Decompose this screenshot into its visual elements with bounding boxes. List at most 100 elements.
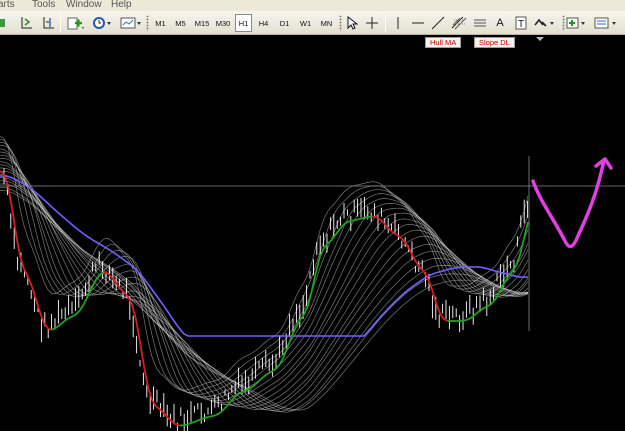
hull-ma-segment	[207, 415, 213, 418]
crosshair-icon[interactable]	[364, 14, 380, 32]
timeframe-m15[interactable]: M15	[192, 14, 212, 32]
auto-scroll-icon[interactable]	[18, 14, 34, 32]
hull-ma-segment	[363, 216, 369, 219]
ribbon-ma-line	[0, 158, 529, 406]
hull-ma-segment	[467, 316, 473, 321]
hull-ma-segment	[215, 412, 221, 416]
hull-ma-segment	[471, 313, 477, 318]
price-chart[interactable]: Hull MA Slope DL	[0, 36, 625, 431]
menu-bar: arts Tools Window Help	[0, 0, 625, 11]
hull-ma-segment	[263, 372, 269, 378]
text-label-icon[interactable]: T	[513, 14, 529, 32]
hull-ma-segment	[351, 219, 357, 222]
hull-ma-segment	[359, 216, 365, 220]
hull-ma-segment	[155, 405, 161, 411]
hull-ma-segment	[367, 215, 373, 218]
timeframe-d1[interactable]: D1	[276, 14, 293, 32]
hull-ma-segment	[443, 318, 449, 322]
hull-ma-segment	[355, 218, 361, 221]
hull-ma-segment	[171, 420, 177, 426]
hull-ma-segment	[411, 254, 417, 263]
hull-ma-segment	[399, 236, 405, 242]
add-indicator-icon[interactable]	[566, 14, 590, 32]
hull-ma-segment	[275, 363, 281, 370]
chart-canvas	[0, 135, 625, 431]
hull-ma-segment	[487, 302, 493, 307]
vertical-line-icon[interactable]	[390, 14, 406, 32]
hull-ma-segment	[475, 309, 481, 315]
hull-ma-segment	[235, 392, 241, 397]
cursor-icon[interactable]	[344, 14, 360, 32]
hull-ma-segment	[519, 238, 525, 256]
templates-icon[interactable]	[120, 14, 142, 32]
hull-ma-segment	[79, 303, 85, 311]
fibonacci-icon[interactable]	[450, 14, 468, 32]
hull-ma-segment	[67, 315, 73, 320]
hull-ma-segment	[191, 420, 197, 424]
hull-ma-segment	[167, 417, 173, 423]
menu-item-window[interactable]: Window	[66, 0, 102, 10]
horizontal-line-icon[interactable]	[410, 14, 426, 32]
hull-ma-segment	[395, 233, 401, 238]
menu-item-help[interactable]: Help	[111, 0, 132, 10]
hull-ma-segment	[223, 404, 229, 410]
timeframe-h1[interactable]: H1	[235, 14, 252, 32]
hull-ma-segment	[463, 318, 469, 322]
periodicity-icon[interactable]	[594, 14, 620, 32]
hull-ma-segment	[335, 228, 341, 235]
clock-icon[interactable]	[92, 14, 112, 32]
hull-ma-segment	[139, 341, 145, 367]
hull-ma-segment	[99, 271, 105, 276]
toolbar: M1 M5 M15 M30 H1 H4 D1 W1 MN A T	[0, 11, 625, 35]
hull-ma-segment	[439, 312, 445, 320]
hull-ma-segment	[119, 287, 125, 294]
hull-ma-segment	[59, 320, 65, 326]
hull-ma-segment	[27, 276, 33, 287]
hull-ma-segment	[39, 312, 45, 324]
hull-ma-segment	[259, 375, 265, 381]
ma-ribbon	[0, 135, 529, 413]
chart-shift-icon[interactable]	[40, 14, 56, 32]
timeframe-h4[interactable]: H4	[255, 14, 272, 32]
hull-ma-segment	[211, 414, 217, 418]
hull-ma-segment	[195, 418, 201, 423]
text-icon[interactable]: A	[492, 14, 508, 32]
menu-item-charts[interactable]: arts	[0, 0, 15, 10]
hull-ma-segment	[267, 370, 273, 375]
menu-item-tools[interactable]: Tools	[32, 0, 55, 10]
hull-ma-segment	[107, 272, 113, 279]
hull-ma-segment	[175, 423, 181, 427]
trendline-icon[interactable]	[430, 14, 446, 32]
hull-ma-segment	[131, 304, 137, 320]
timeframe-w1[interactable]: W1	[297, 14, 314, 32]
channel-icon[interactable]	[472, 14, 488, 32]
new-order-icon[interactable]	[66, 14, 86, 32]
chart-left-icon[interactable]	[0, 14, 6, 32]
hull-ma-segment	[143, 366, 149, 388]
hull-ma-segment	[55, 324, 61, 329]
timeframe-m5[interactable]: M5	[172, 14, 189, 32]
hull-ma-segment	[307, 289, 313, 306]
hull-ma-segment	[31, 286, 37, 300]
timeframe-m1[interactable]: M1	[152, 14, 169, 32]
hull-ma-segment	[83, 295, 89, 305]
hull-ma-segment	[71, 313, 77, 318]
hull-ma-segment	[375, 216, 381, 221]
hull-ma-segment	[63, 317, 69, 323]
hull-ma-segment	[51, 326, 57, 331]
candles	[3, 168, 529, 431]
hull-ma-segment	[203, 416, 209, 419]
timeframe-mn[interactable]: MN	[318, 14, 335, 32]
hull-ma-segment	[103, 271, 109, 275]
arrows-icon[interactable]	[533, 14, 557, 32]
text-label-glyph: T	[518, 19, 524, 30]
hull-ma-segment	[239, 390, 245, 394]
hull-ma-segment	[15, 234, 21, 256]
hull-ma-segment	[371, 215, 377, 218]
hull-ma-segment	[75, 309, 81, 315]
hull-ma-segment	[479, 307, 485, 312]
hull-ma-segment	[183, 423, 189, 427]
hull-ma-segment	[47, 327, 53, 331]
ribbon-ma-line	[0, 164, 529, 408]
timeframe-m30[interactable]: M30	[213, 14, 233, 32]
